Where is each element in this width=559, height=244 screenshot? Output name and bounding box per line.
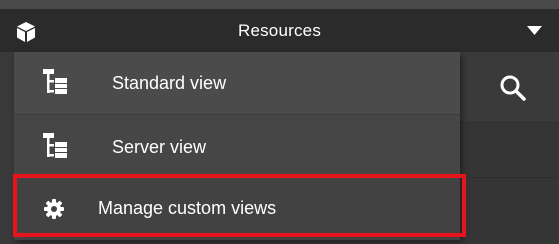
cube-icon: [17, 22, 35, 42]
tree-view-icon: [43, 133, 67, 158]
top-strip: [0, 0, 559, 9]
background-row: [460, 177, 559, 244]
view-menu: Standard view Server view Manage custom …: [14, 52, 460, 240]
panel-title: Resources: [237, 20, 322, 40]
menu-item-standard-view[interactable]: Standard view: [14, 52, 460, 114]
resources-panel: Resources Standard view Server view Mana…: [0, 0, 559, 244]
menu-item-label: Manage custom views: [98, 198, 277, 218]
background-row: [460, 122, 559, 178]
menu-item-manage-custom-views[interactable]: Manage custom views: [14, 174, 460, 240]
tree-view-icon: [43, 69, 67, 94]
menu-item-server-view[interactable]: Server view: [14, 114, 460, 174]
caret-down-icon[interactable]: [527, 25, 542, 36]
menu-item-label: Standard view: [112, 73, 227, 93]
menu-item-label: Server view: [112, 137, 207, 157]
resources-header[interactable]: Resources: [0, 9, 559, 52]
search-icon[interactable]: [497, 72, 529, 104]
gear-icon: [44, 199, 64, 219]
